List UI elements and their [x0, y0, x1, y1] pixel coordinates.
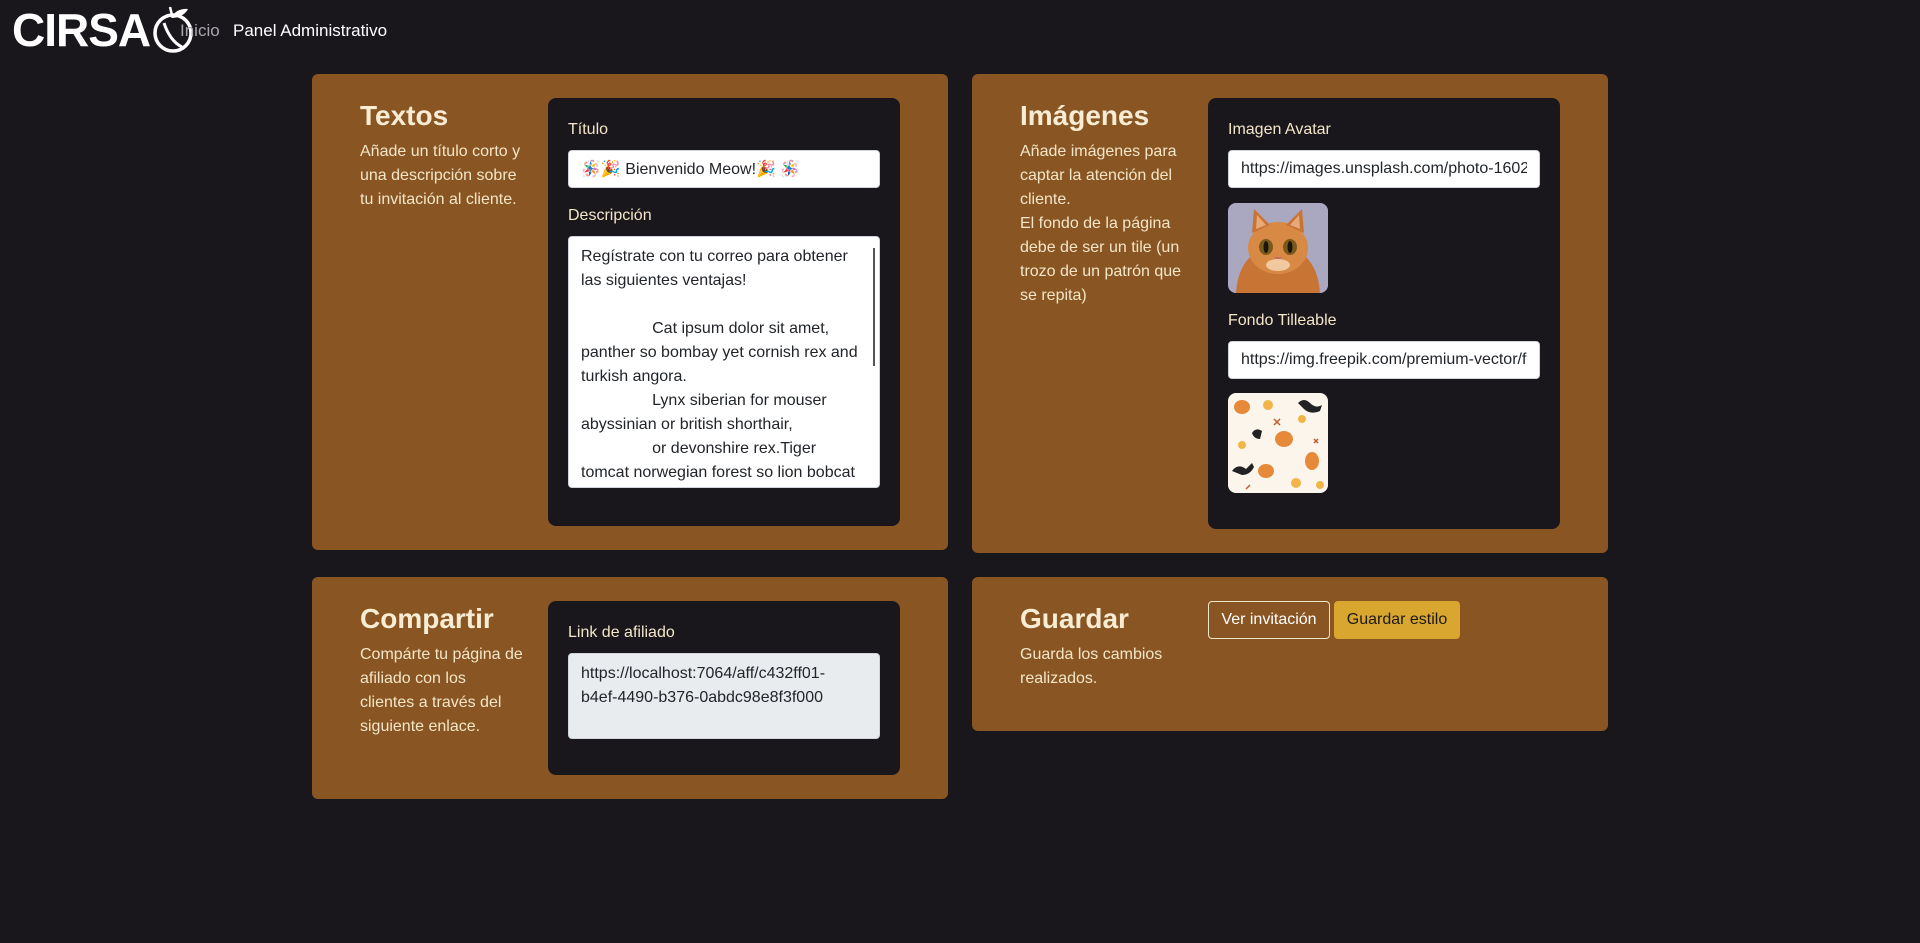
- compartir-card: Compartir Compárte tu página de afiliado…: [312, 577, 948, 799]
- guardar-card: Guardar Guarda los cambios realizados. V…: [972, 577, 1608, 731]
- guardar-estilo-button[interactable]: Guardar estilo: [1334, 601, 1460, 639]
- avatar-url-input[interactable]: [1228, 150, 1540, 188]
- descripcion-textarea[interactable]: Regístrate con tu correo para obtener la…: [568, 236, 880, 488]
- avatar-preview-image: [1228, 203, 1328, 293]
- nav-link-panel-administrativo[interactable]: Panel Administrativo: [233, 21, 387, 41]
- link-afiliado-field[interactable]: https://localhost:7064/aff/c432ff01- b4e…: [568, 653, 880, 739]
- ver-invitacion-button[interactable]: Ver invitación: [1208, 601, 1330, 639]
- textos-card: Textos Añade un título corto y una descr…: [312, 74, 948, 550]
- guardar-title: Guardar: [1020, 603, 1129, 634]
- fondo-preview-image: [1228, 393, 1328, 493]
- imagenes-card: Imágenes Añade imágenes para captar la a…: [972, 74, 1608, 553]
- compartir-form-panel: Link de afiliado https://localhost:7064/…: [548, 601, 900, 775]
- textos-description: Añade un título corto y una descripción …: [360, 143, 521, 208]
- descripcion-label: Descripción: [568, 207, 652, 224]
- nav-link-inicio[interactable]: Inicio: [180, 21, 220, 41]
- fondo-label: Fondo Tilleable: [1228, 312, 1337, 329]
- imagenes-title: Imágenes: [1020, 100, 1150, 131]
- compartir-title: Compartir: [360, 603, 494, 634]
- titulo-label: Título: [568, 121, 609, 138]
- textos-form-panel: Título Descripción Regístrate con tu cor…: [548, 98, 900, 526]
- avatar-label: Imagen Avatar: [1228, 121, 1331, 138]
- brand-name: CIRSA: [12, 4, 151, 56]
- link-afiliado-label: Link de afiliado: [568, 624, 675, 641]
- guardar-description: Guarda los cambios realizados.: [1020, 646, 1163, 687]
- brand-logo[interactable]: CIRSA: [12, 6, 194, 54]
- descripcion-scrollbar[interactable]: [873, 248, 875, 366]
- navbar: CIRSA Inicio Panel Administrativo: [0, 0, 1920, 62]
- imagenes-form-panel: Imagen Avatar Fondo Tilleable: [1208, 98, 1560, 529]
- textos-title: Textos: [360, 100, 449, 131]
- titulo-input[interactable]: [568, 150, 880, 188]
- fondo-url-input[interactable]: [1228, 341, 1540, 379]
- imagenes-description: Añade imágenes para captar la atención d…: [1020, 143, 1182, 304]
- compartir-description: Compárte tu página de afiliado con los c…: [360, 646, 523, 735]
